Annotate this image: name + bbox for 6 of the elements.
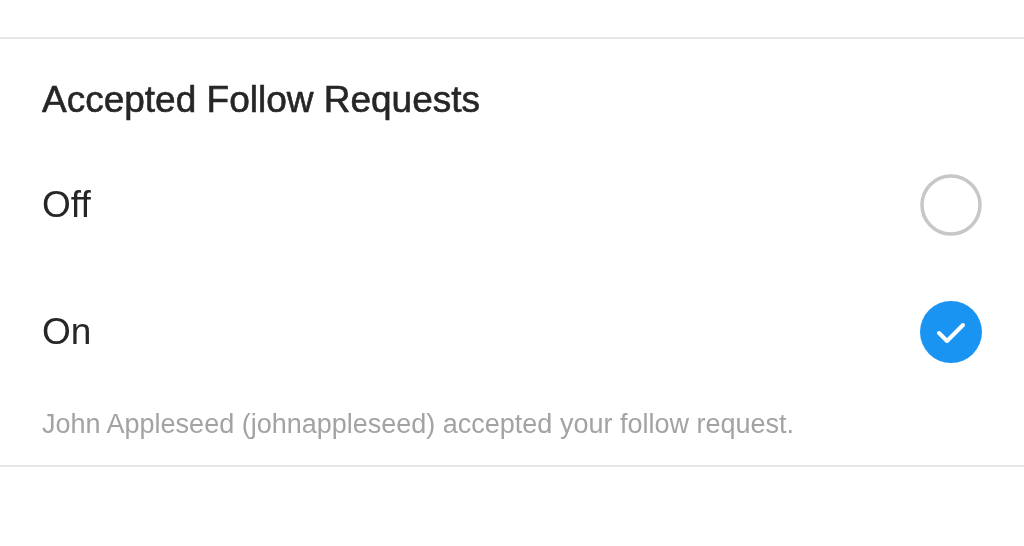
radio-unchecked[interactable] [920, 173, 982, 236]
option-label: Off [42, 183, 91, 226]
preview-text: John Appleseed (johnappleseed) accepted your follow request. [41, 408, 795, 441]
option-label: On [42, 310, 92, 353]
radio-checked[interactable] [920, 300, 982, 363]
section-title: Accepted Follow Requests [41, 78, 482, 122]
